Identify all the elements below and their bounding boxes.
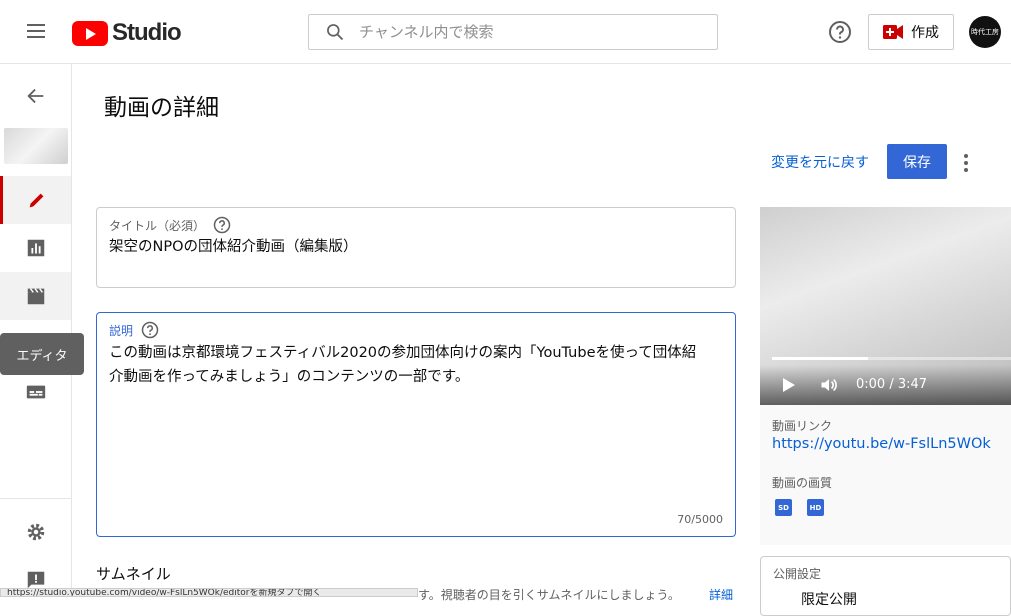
video-link[interactable]: https://youtu.be/w-FslLn5WOk (772, 436, 991, 452)
description-line-2[interactable]: 介動画を作ってみましょう」のコンテンツの一部です。 (109, 365, 469, 389)
youtube-play-icon (72, 20, 108, 46)
video-preview-card: 0:00 / 3:47 動画リンク https://youtu.be/w-Fsl… (760, 207, 1011, 545)
sidebar-item-editor[interactable] (0, 272, 71, 320)
thumbnail-heading: サムネイル (96, 565, 171, 583)
sd-badge: SD (775, 499, 792, 516)
search-icon (327, 24, 344, 41)
thumbnail-learn-more-link[interactable]: 詳細 (709, 586, 733, 603)
description-counter: 70/5000 (677, 513, 723, 526)
help-icon[interactable] (828, 20, 852, 48)
description-field-label: 説明 (109, 321, 159, 339)
thumbnail-description: す。視聴者の目を引くサムネイルにしましょう。 (418, 588, 680, 602)
youtube-studio-logo[interactable]: Studio (72, 19, 182, 47)
editor-tooltip: エディタ (0, 333, 84, 375)
hd-badge: HD (807, 499, 824, 516)
create-button[interactable]: 作成 (868, 14, 954, 50)
avatar[interactable]: 時代工房 (969, 16, 1001, 48)
clapperboard-icon (27, 288, 44, 305)
back-arrow-icon[interactable] (0, 72, 71, 120)
title-input[interactable]: 架空のNPOの団体紹介動画（編集版） (109, 235, 358, 259)
create-label: 作成 (911, 25, 939, 41)
progress-bar[interactable] (772, 357, 1011, 360)
search-input[interactable] (359, 23, 679, 41)
avatar-text: 時代工房 (971, 28, 999, 36)
menu-icon[interactable] (24, 20, 48, 44)
subtitles-icon (26, 385, 45, 399)
quality-label: 動画の画質 (772, 476, 833, 490)
logo-text: Studio (112, 19, 182, 46)
gear-icon (27, 523, 44, 541)
sidebar (0, 64, 72, 597)
description-line-1[interactable]: この動画は京都環境フェスティバル2020の参加団体向けの案内「YouTubeを使… (109, 341, 696, 365)
title-field[interactable]: タイトル（必須） 架空のNPOの団体紹介動画（編集版） (96, 207, 736, 288)
sidebar-item-analytics[interactable] (0, 224, 71, 272)
page-title: 動画の詳細 (104, 95, 219, 121)
help-icon[interactable] (213, 216, 231, 234)
title-field-label: タイトル（必須） (109, 216, 231, 234)
sidebar-item-subtitles[interactable] (0, 368, 71, 416)
visibility-label: 公開設定 (773, 567, 822, 581)
top-bar: Studio 作成 時代工房 (0, 0, 1011, 64)
more-options-icon[interactable] (956, 152, 976, 174)
pencil-icon (29, 193, 44, 208)
title-label-text: タイトル（必須） (109, 218, 206, 233)
play-icon[interactable] (782, 377, 796, 397)
visibility-card[interactable]: 公開設定 限定公開 (760, 556, 1011, 616)
sidebar-item-settings[interactable] (0, 508, 71, 556)
status-bar-url: https://studio.youtube.com/video/w-FslLn… (0, 588, 418, 597)
help-icon[interactable] (141, 321, 159, 339)
search-box[interactable] (308, 14, 718, 50)
video-thumbnail[interactable] (4, 128, 68, 164)
volume-icon[interactable] (818, 375, 840, 399)
sidebar-divider (0, 498, 71, 499)
undo-changes-button[interactable]: 変更を元に戻す (771, 152, 869, 172)
sidebar-item-details[interactable] (0, 176, 71, 224)
analytics-icon (27, 239, 44, 257)
time-display: 0:00 / 3:47 (856, 377, 928, 392)
description-label-text: 説明 (109, 323, 134, 338)
description-field[interactable]: 説明 この動画は京都環境フェスティバル2020の参加団体向けの案内「YouTub… (96, 312, 736, 537)
progress-fill (772, 357, 868, 360)
video-camera-icon (883, 25, 903, 39)
video-link-label: 動画リンク (772, 419, 833, 433)
visibility-value: 限定公開 (801, 592, 857, 608)
save-button[interactable]: 保存 (887, 144, 947, 179)
